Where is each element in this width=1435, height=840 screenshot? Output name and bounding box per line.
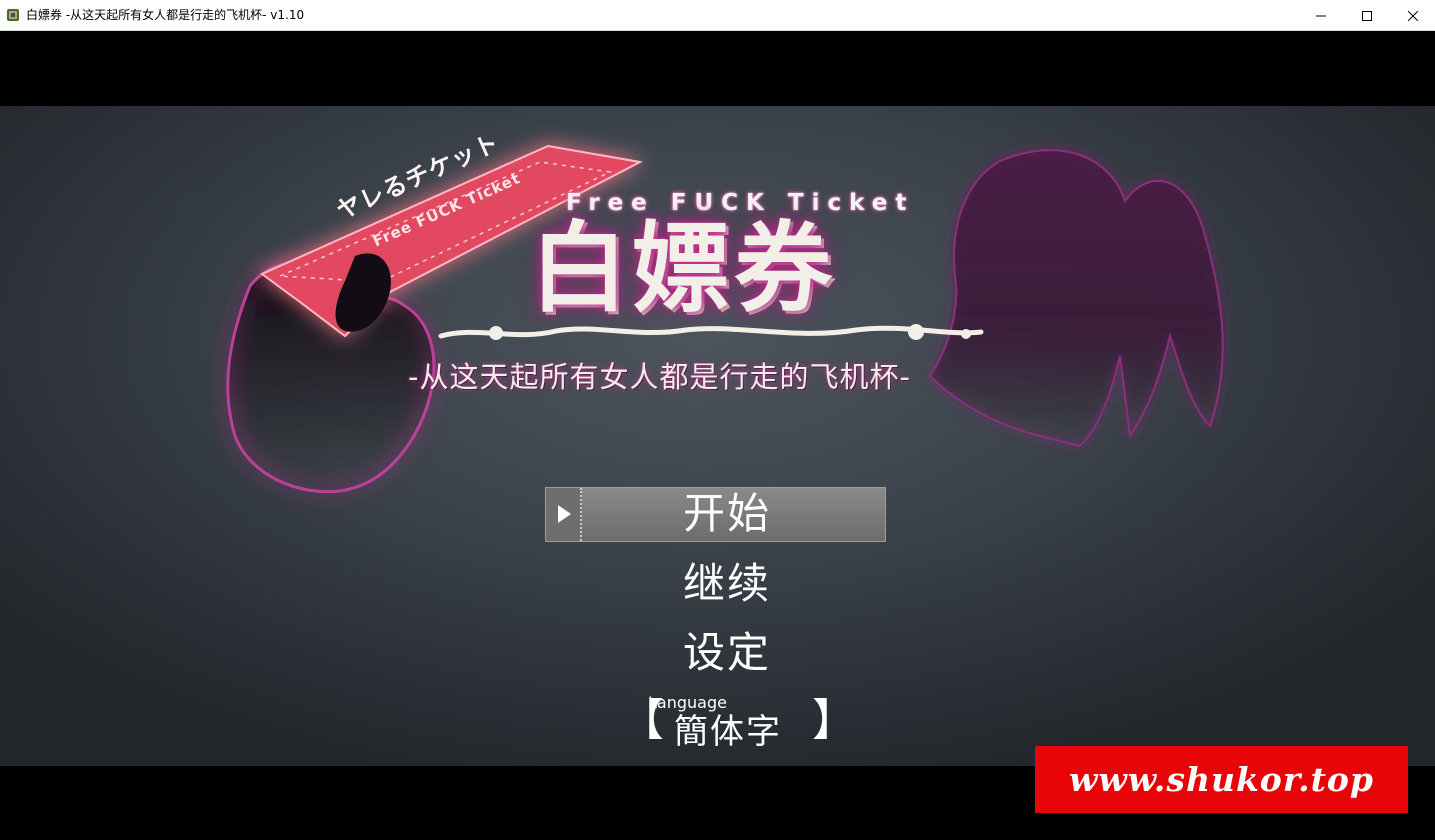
title-screen: ヤレるチケット Free FUCK Ticket Free FUCK Ticke… [0,106,1435,766]
logo-subtitle: -从这天起所有女人都是行走的飞机杯- [408,360,911,394]
letterbox-top [0,31,1435,106]
watermark-banner: www.shukor.top [1035,746,1408,813]
maximize-button[interactable] [1344,0,1390,31]
language-bracket-right: 】 [812,695,856,746]
window-title-bar: 白嫖券 -从这天起所有女人都是行走的飞机杯- v1.10 [0,0,1435,31]
minimize-icon [1316,15,1326,16]
menu-settings-button[interactable]: 设定 [627,627,827,679]
close-button[interactable] [1390,0,1435,31]
close-icon [1408,10,1418,21]
watermark-text: www.shukor.top [1068,760,1374,799]
minimize-button[interactable] [1298,0,1344,31]
selection-cursor [546,488,582,541]
window-title: 白嫖券 -从这天起所有女人都是行走的飞机杯- v1.10 [26,8,305,22]
menu-continue-button[interactable]: 继续 [627,558,827,610]
logo-title: 白嫖券 [530,211,837,326]
logo-drip-decoration [438,324,984,340]
maximize-icon [1362,10,1372,21]
menu-start-button[interactable]: 开始 [627,488,827,540]
app-icon [7,9,19,21]
language-selector[interactable]: 簡体字 [674,710,782,754]
play-arrow-icon [558,505,571,523]
